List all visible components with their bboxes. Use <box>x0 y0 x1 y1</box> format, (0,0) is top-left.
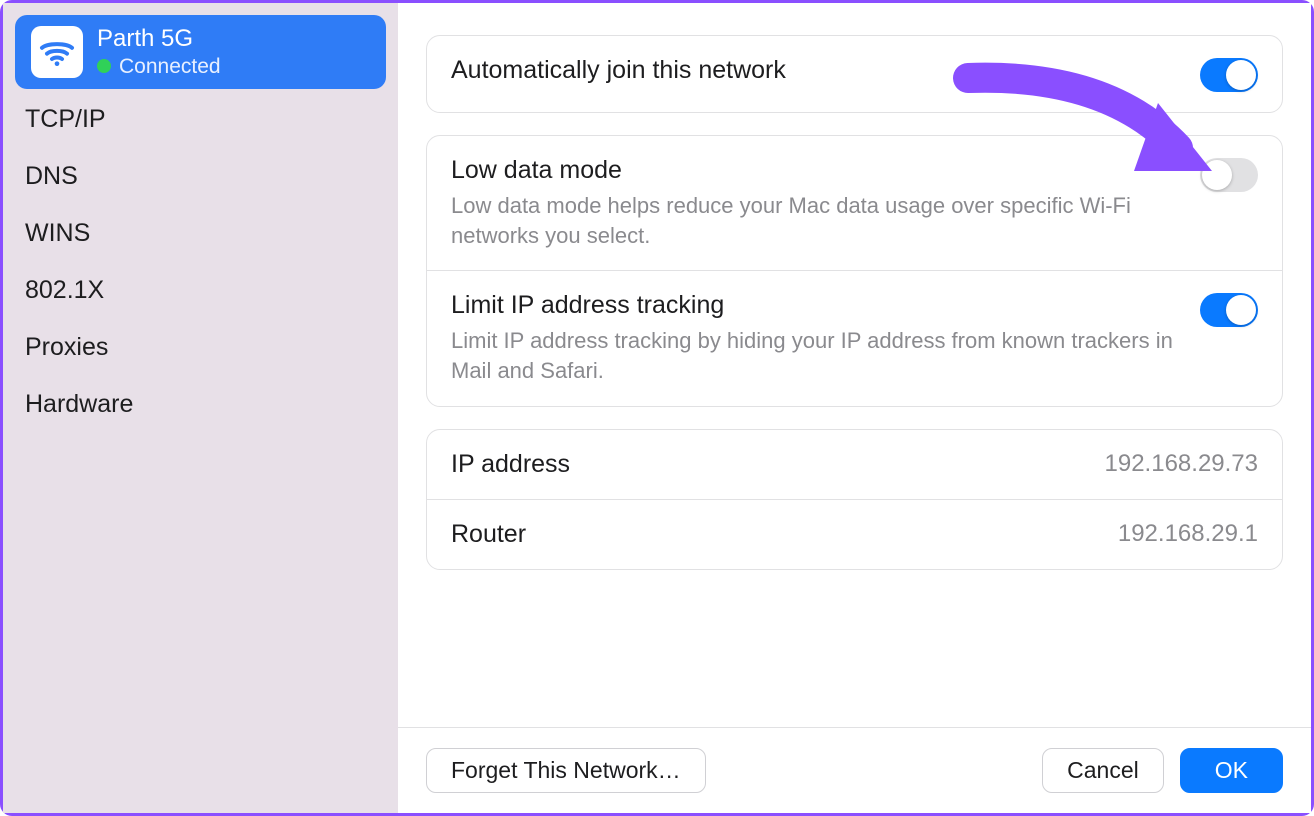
sidebar-list: TCP/IP DNS WINS 802.1X Proxies Hardware <box>15 97 386 419</box>
sidebar-item-8021x[interactable]: 802.1X <box>25 276 376 305</box>
sidebar-item-tcpip[interactable]: TCP/IP <box>25 105 376 134</box>
sidebar-item-hardware[interactable]: Hardware <box>25 390 376 419</box>
content-area: Automatically join this network Low data… <box>398 3 1311 727</box>
low-data-title: Low data mode <box>451 156 1176 185</box>
auto-join-title: Automatically join this network <box>451 56 1176 85</box>
router-value: 192.168.29.1 <box>1118 520 1258 548</box>
network-info: Parth 5G Connected <box>97 25 221 79</box>
ok-button[interactable]: OK <box>1180 748 1283 793</box>
forget-network-button[interactable]: Forget This Network… <box>426 748 706 793</box>
sidebar-item-wins[interactable]: WINS <box>25 219 376 248</box>
router-row: Router 192.168.29.1 <box>427 499 1282 569</box>
limit-ip-toggle[interactable] <box>1200 293 1258 327</box>
cancel-button[interactable]: Cancel <box>1042 748 1164 793</box>
main-panel: Automatically join this network Low data… <box>398 3 1311 813</box>
ip-address-value: 192.168.29.73 <box>1105 450 1258 478</box>
auto-join-row: Automatically join this network <box>427 36 1282 112</box>
network-item[interactable]: Parth 5G Connected <box>15 15 386 89</box>
wifi-icon <box>31 26 83 78</box>
limit-ip-desc: Limit IP address tracking by hiding your… <box>451 326 1176 385</box>
network-status: Connected <box>119 54 221 79</box>
address-card: IP address 192.168.29.73 Router 192.168.… <box>426 429 1283 570</box>
ip-address-row: IP address 192.168.29.73 <box>427 430 1282 499</box>
sidebar-item-dns[interactable]: DNS <box>25 162 376 191</box>
limit-ip-row: Limit IP address tracking Limit IP addre… <box>427 270 1282 405</box>
low-data-row: Low data mode Low data mode helps reduce… <box>427 136 1282 270</box>
status-dot-icon <box>97 59 111 73</box>
sidebar-item-proxies[interactable]: Proxies <box>25 333 376 362</box>
low-data-toggle[interactable] <box>1200 158 1258 192</box>
options-card: Low data mode Low data mode helps reduce… <box>426 135 1283 407</box>
low-data-desc: Low data mode helps reduce your Mac data… <box>451 191 1176 250</box>
sidebar: Parth 5G Connected TCP/IP DNS WINS 802.1… <box>3 3 398 813</box>
limit-ip-title: Limit IP address tracking <box>451 291 1176 320</box>
footer: Forget This Network… Cancel OK <box>398 727 1311 813</box>
ip-address-label: IP address <box>451 450 570 479</box>
router-label: Router <box>451 520 526 549</box>
network-name: Parth 5G <box>97 25 221 54</box>
auto-join-card: Automatically join this network <box>426 35 1283 113</box>
auto-join-toggle[interactable] <box>1200 58 1258 92</box>
